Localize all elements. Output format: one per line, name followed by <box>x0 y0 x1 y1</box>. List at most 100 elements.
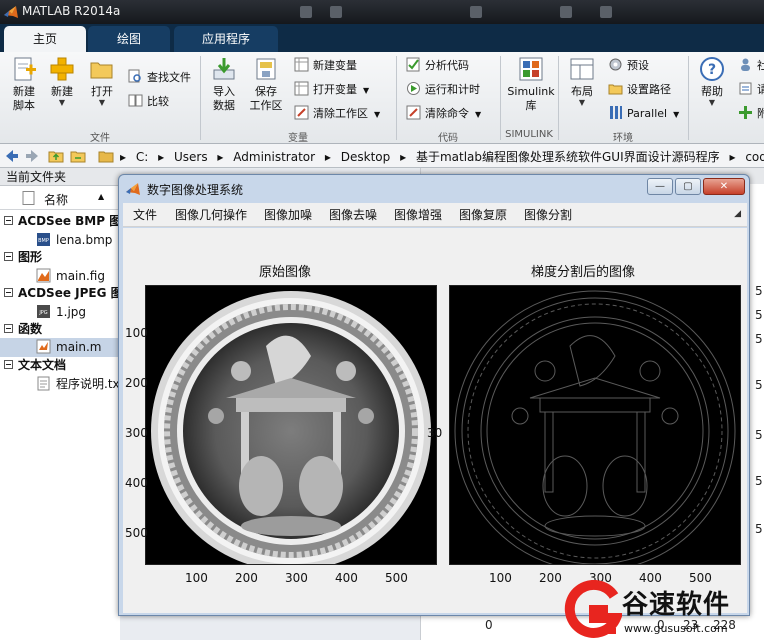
open-variable-button[interactable]: 打开变量 ▼ <box>294 80 369 100</box>
close-button[interactable]: ✕ <box>703 178 745 195</box>
matlab-logo-icon <box>126 183 140 195</box>
community-button[interactable]: 社 <box>738 56 764 76</box>
forward-arrow-icon[interactable] <box>24 148 40 164</box>
menu-restore[interactable]: 图像复原 <box>459 203 507 227</box>
collapse-icon[interactable] <box>4 324 13 333</box>
list-group-header[interactable]: 文本文档 <box>0 356 120 375</box>
quick-access-icon[interactable] <box>470 6 482 18</box>
tab-apps[interactable]: 应用程序 <box>174 26 278 52</box>
menu-geometry[interactable]: 图像几何操作 <box>175 203 247 227</box>
up-folder-icon[interactable] <box>48 148 64 164</box>
chevron-down-icon: ▼ <box>673 110 680 119</box>
x-tick-label: 200 <box>235 571 258 585</box>
simulink-library-button[interactable]: Simulink 库 <box>506 56 556 122</box>
left-axes-title: 原始图像 <box>259 265 312 280</box>
request-support-button[interactable]: 请 <box>738 80 764 100</box>
breadcrumb-item[interactable]: C: <box>136 150 148 164</box>
preferences-button[interactable]: 预设 <box>608 56 649 76</box>
new-variable-button[interactable]: 新建变量 <box>294 56 357 76</box>
clear-workspace-button[interactable]: 清除工作区 ▼ <box>294 104 380 124</box>
tab-plots[interactable]: 绘图 <box>88 26 170 52</box>
analyze-code-button[interactable]: 分析代码 <box>406 56 469 76</box>
breadcrumb-item[interactable]: code <box>745 150 764 164</box>
open-button[interactable]: 打开 ▼ <box>80 56 124 122</box>
list-item[interactable]: main.m <box>0 338 120 357</box>
run-and-time-button[interactable]: 运行和计时 <box>406 80 480 100</box>
list-item[interactable]: 程序说明.txt <box>0 375 120 394</box>
group-label-variable: 变量 <box>288 133 308 144</box>
clear-commands-button[interactable]: 清除命令 ▼ <box>406 104 481 124</box>
collapse-icon[interactable] <box>4 288 13 297</box>
menu-denoise[interactable]: 图像去噪 <box>329 203 377 227</box>
list-group-header[interactable]: ACDSee JPEG 图 <box>0 284 120 303</box>
chevron-down-icon: ▼ <box>374 110 381 119</box>
clear-commands-icon <box>406 105 421 120</box>
quick-access-icon[interactable] <box>600 6 612 18</box>
group-separator <box>558 56 559 140</box>
list-group-header[interactable]: 图形 <box>0 248 120 267</box>
new-plus-icon <box>50 57 74 81</box>
matlab-title-bar: MATLAB R2014a <box>0 0 764 24</box>
new-button[interactable]: 新建 ▼ <box>40 56 84 122</box>
collapse-icon[interactable] <box>4 360 13 369</box>
new-script-icon <box>14 57 36 81</box>
matlab-logo-icon <box>4 6 18 18</box>
group-label-code: 代码 <box>438 133 458 144</box>
group-separator <box>396 56 397 140</box>
list-group-header[interactable]: ACDSee BMP 图 <box>0 212 120 231</box>
list-group-header[interactable]: 函数 <box>0 320 120 339</box>
gui-window-title: 数字图像处理系统 <box>147 183 244 197</box>
menu-segment[interactable]: 图像分割 <box>524 203 572 227</box>
quick-access-icon[interactable] <box>300 6 312 18</box>
parallel-button[interactable]: Parallel ▼ <box>608 104 679 124</box>
set-path-button[interactable]: 设置路径 <box>608 80 671 100</box>
watermark-logo-icon <box>564 580 622 638</box>
y-tick-label: 400 <box>125 476 148 490</box>
y-tick-label: 300 <box>125 426 148 440</box>
folder-open-icon <box>90 62 113 79</box>
parallel-icon <box>610 106 622 119</box>
request-icon <box>739 82 752 95</box>
right-axes[interactable] <box>449 285 741 572</box>
txt-file-icon <box>37 376 50 391</box>
help-button[interactable]: ? 帮助 ▼ <box>690 56 734 122</box>
people-icon <box>741 58 750 71</box>
find-files-button[interactable]: 查找文件 <box>128 68 191 88</box>
menu-file[interactable]: 文件 <box>133 203 157 227</box>
maximize-button[interactable]: ▢ <box>675 178 701 195</box>
chevron-down-icon: ▼ <box>578 98 586 107</box>
breadcrumb-item[interactable]: 基于matlab编程图像处理系统软件GUI界面设计源码程序 <box>416 150 720 164</box>
import-data-button[interactable]: 导入 数据 <box>202 56 246 122</box>
add-ons-icon <box>739 106 752 119</box>
compare-button[interactable]: 比较 <box>128 92 169 112</box>
save-workspace-button[interactable]: 保存 工作区 <box>244 56 288 122</box>
quick-access-icon[interactable] <box>330 6 342 18</box>
quick-access-icon[interactable] <box>560 6 572 18</box>
bmp-file-icon: BMP <box>37 233 50 246</box>
breadcrumb-item[interactable]: Desktop <box>341 150 391 164</box>
tab-home[interactable]: 主页 <box>4 26 86 52</box>
group-separator <box>500 56 501 140</box>
x-tick-label: 200 <box>539 571 562 585</box>
add-ons-button[interactable]: 附 <box>738 104 764 124</box>
browse-folder-icon[interactable] <box>70 148 86 164</box>
breadcrumb: ▸ C: ▸ Users ▸ Administrator ▸ Desktop ▸… <box>120 148 764 165</box>
collapse-icon[interactable] <box>4 216 13 225</box>
dock-arrow-icon[interactable]: ◢ <box>734 209 741 219</box>
collapse-icon[interactable] <box>4 252 13 261</box>
left-axes[interactable] <box>145 285 437 571</box>
group-label-file: 文件 <box>90 133 110 144</box>
clear-workspace-icon <box>294 105 309 120</box>
layout-button[interactable]: 布局 ▼ <box>560 56 604 122</box>
help-icon: ? <box>700 57 724 81</box>
y-tick-label: 30 <box>427 426 443 440</box>
back-arrow-icon[interactable] <box>4 148 20 164</box>
menu-add-noise[interactable]: 图像加噪 <box>264 203 312 227</box>
minimize-button[interactable]: — <box>647 178 673 195</box>
current-folder-list: ACDSee BMP 图 BMP lena.bmp 图形 main.fig ACD… <box>0 210 120 640</box>
gui-figure-area: 原始图像 100 200 300 400 500 100 200 300 400… <box>123 228 747 613</box>
breadcrumb-item[interactable]: Administrator <box>233 150 315 164</box>
current-folder-column-header[interactable]: 名称 ▲ <box>0 186 120 210</box>
breadcrumb-item[interactable]: Users <box>174 150 208 164</box>
menu-enhance[interactable]: 图像增强 <box>394 203 442 227</box>
